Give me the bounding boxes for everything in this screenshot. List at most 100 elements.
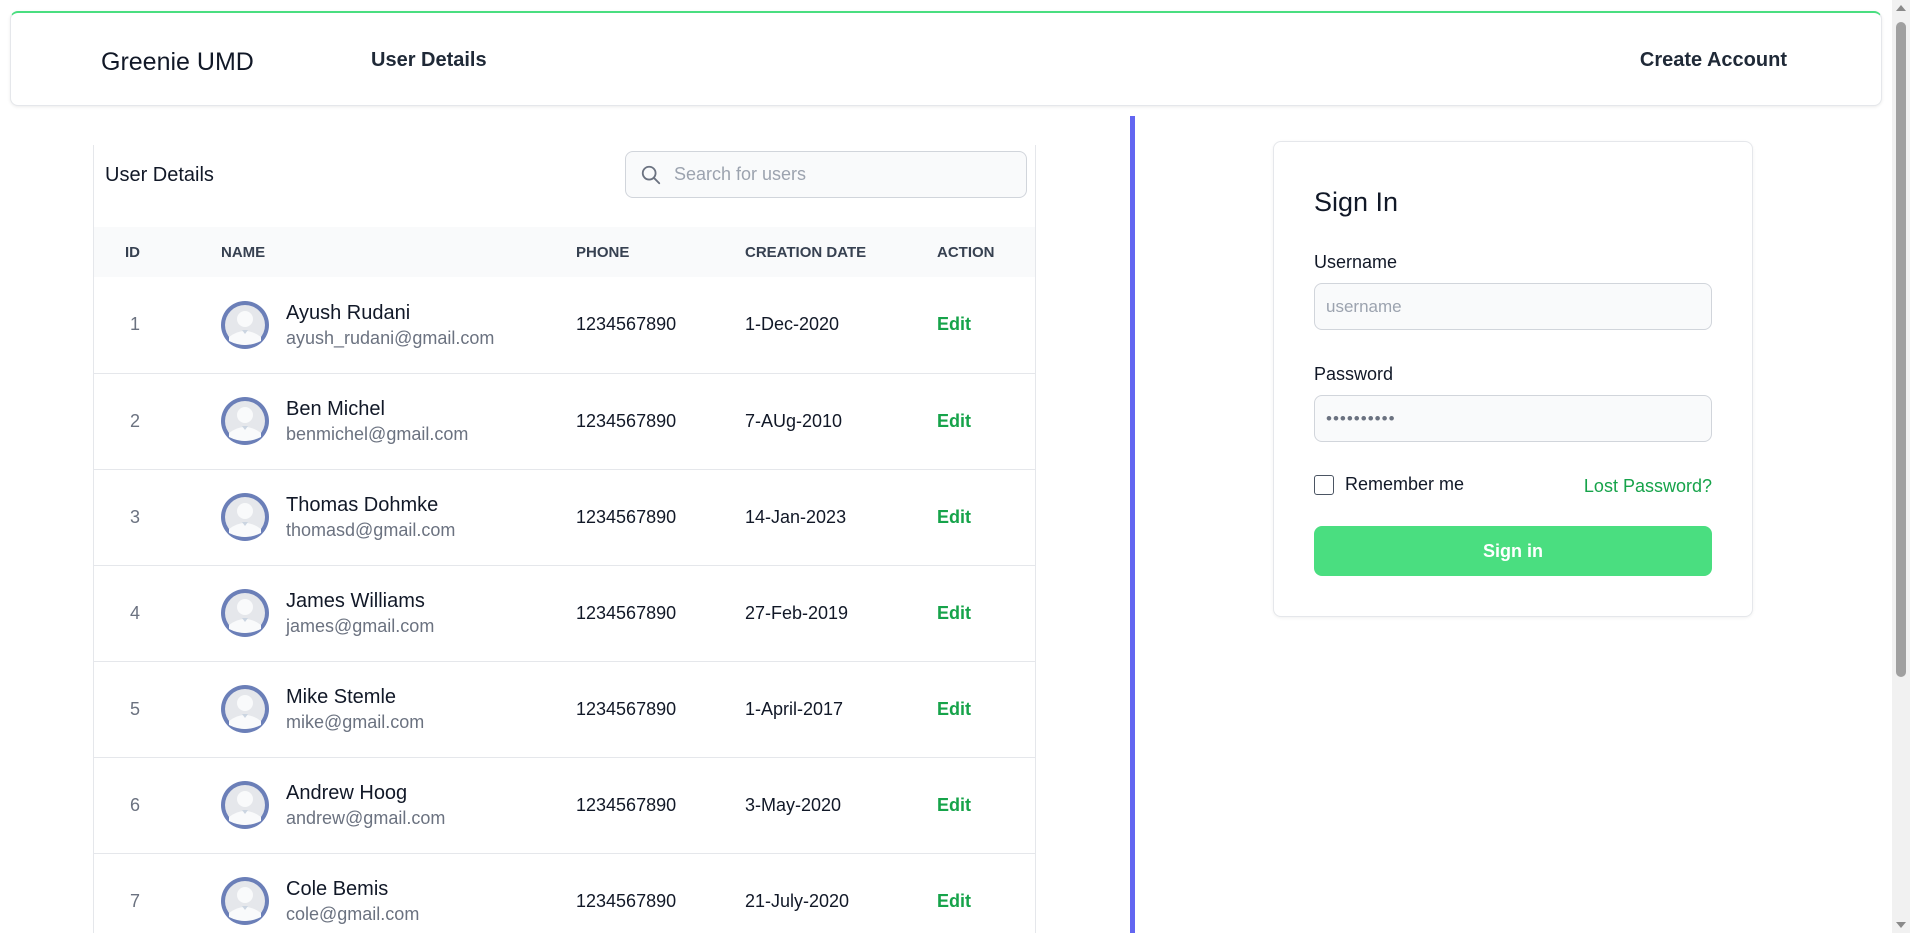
edit-user-link[interactable]: Edit [937, 891, 971, 911]
user-name: Ben Michel [286, 398, 385, 420]
user-phone: 1234567890 [576, 698, 677, 719]
remember-me-row: Remember me [1314, 474, 1464, 495]
edit-user-link[interactable]: Edit [937, 603, 971, 623]
user-name-cell: Andrew Hoog andrew@gmail.com [221, 757, 576, 853]
user-avatar-icon [221, 300, 269, 349]
user-action-cell: Edit [937, 757, 1035, 853]
page-scrollbar[interactable] [1892, 0, 1910, 933]
user-email: mike@gmail.com [286, 712, 425, 732]
brand-name: Greenie UMD [101, 48, 254, 76]
user-name: James Williams [286, 590, 425, 612]
user-email: ayush_rudani@gmail.com [286, 327, 495, 348]
edit-user-link[interactable]: Edit [937, 795, 971, 815]
user-id: 6 [130, 794, 141, 815]
remember-me-label[interactable]: Remember me [1345, 474, 1464, 495]
user-name-cell: James Williams james@gmail.com [221, 565, 576, 661]
nav-link-create-account[interactable]: Create Account [1640, 49, 1787, 72]
sign-in-button[interactable]: Sign in [1314, 526, 1712, 576]
user-phone: 1234567890 [576, 602, 677, 623]
user-email: andrew@gmail.com [286, 808, 446, 828]
top-navbar: Greenie UMD User Details Create Account [10, 11, 1882, 106]
scrollbar-thumb[interactable] [1896, 22, 1906, 677]
user-id: 4 [130, 602, 141, 623]
edit-user-link[interactable]: Edit [937, 411, 971, 431]
user-name-cell: Ben Michel benmichel@gmail.com [221, 373, 576, 469]
user-avatar-icon [221, 397, 269, 445]
table-row: 7 Cole Bemis cole@gmail.com 1234567890 2… [94, 853, 1035, 933]
user-email: james@gmail.com [286, 616, 435, 636]
user-phone: 1234567890 [576, 794, 677, 815]
password-field[interactable] [1314, 395, 1712, 442]
user-creation-date: 21-July-2020 [745, 890, 850, 911]
column-header-phone: PHONE [576, 243, 630, 261]
user-avatar-icon [221, 685, 269, 733]
user-name-cell: Mike Stemle mike@gmail.com [221, 661, 576, 757]
user-action-cell: Edit [937, 469, 1035, 565]
user-creation-date: 1-April-2017 [745, 698, 844, 719]
user-creation-date: 14-Jan-2023 [745, 506, 847, 527]
table-row: 4 James Williams james@gmail.com 1234567… [94, 565, 1035, 661]
scroll-down-arrow-icon[interactable] [1896, 922, 1906, 928]
user-action-cell: Edit [937, 565, 1035, 661]
user-action-cell: Edit [937, 853, 1035, 933]
sign-in-title: Sign In [1314, 187, 1399, 217]
search-box[interactable] [625, 151, 1027, 198]
user-details-panel: User Details ID NAME PHONE CREATION DATE… [93, 145, 1036, 933]
user-email: cole@gmail.com [286, 904, 420, 924]
user-avatar-icon [221, 493, 269, 541]
column-header-creation-date: CREATION DATE [745, 243, 867, 261]
user-name-cell: Cole Bemis cole@gmail.com [221, 853, 576, 933]
user-email: thomasd@gmail.com [286, 520, 456, 540]
table-row: 5 Mike Stemle mike@gmail.com 1234567890 … [94, 661, 1035, 757]
column-header-id: ID [125, 243, 140, 261]
edit-user-link[interactable]: Edit [937, 507, 971, 527]
user-creation-date: 7-AUg-2010 [745, 410, 843, 431]
user-name: Andrew Hoog [286, 782, 408, 804]
user-name-cell: Ayush Rudani ayush_rudani@gmail.com [221, 277, 576, 373]
column-header-action: ACTION [937, 243, 995, 261]
edit-user-link[interactable]: Edit [937, 314, 971, 334]
user-id: 7 [130, 890, 141, 911]
username-label: Username [1314, 252, 1398, 272]
user-action-cell: Edit [937, 661, 1035, 757]
password-label: Password [1314, 364, 1394, 384]
vertical-divider [1130, 116, 1135, 933]
user-name: Ayush Rudani [286, 301, 411, 324]
users-table: ID NAME PHONE CREATION DATE ACTION 1 Ayu [94, 227, 1035, 933]
table-row: 3 Thomas Dohmke thomasd@gmail.com 123456… [94, 469, 1035, 565]
user-avatar-icon [221, 589, 269, 637]
search-input[interactable] [674, 152, 1014, 197]
user-name: Thomas Dohmke [286, 494, 439, 516]
remember-me-checkbox[interactable] [1314, 474, 1334, 495]
user-id: 2 [130, 410, 141, 431]
table-header-row: ID NAME PHONE CREATION DATE ACTION [94, 227, 1035, 277]
user-id: 1 [130, 314, 141, 335]
user-phone: 1234567890 [576, 410, 677, 431]
user-name-cell: Thomas Dohmke thomasd@gmail.com [221, 469, 576, 565]
scroll-up-arrow-icon[interactable] [1896, 5, 1906, 11]
edit-user-link[interactable]: Edit [937, 699, 971, 719]
sign-in-card: Sign In Username Password Remember me Lo… [1273, 141, 1753, 617]
column-header-name: NAME [221, 243, 266, 261]
table-row: 1 Ayush Rudani ayush_rudani@gmail.com 12… [94, 277, 1035, 373]
user-name: Cole Bemis [286, 878, 389, 900]
user-name: Mike Stemle [286, 686, 397, 708]
table-row: 2 Ben Michel benmichel@gmail.com 1234567… [94, 373, 1035, 469]
lost-password-link[interactable]: Lost Password? [1584, 476, 1712, 497]
username-field[interactable] [1314, 283, 1712, 330]
user-creation-date: 3-May-2020 [745, 794, 842, 815]
user-id: 3 [130, 506, 141, 527]
user-email: benmichel@gmail.com [286, 424, 469, 444]
table-row: 6 Andrew Hoog andrew@gmail.com 123456789… [94, 757, 1035, 853]
user-creation-date: 1-Dec-2020 [745, 314, 840, 335]
user-avatar-icon [221, 877, 269, 925]
panel-title: User Details [105, 164, 214, 186]
user-phone: 1234567890 [576, 890, 677, 911]
user-phone: 1234567890 [576, 506, 677, 527]
user-avatar-icon [221, 781, 269, 829]
nav-link-user-details[interactable]: User Details [371, 49, 487, 72]
user-phone: 1234567890 [576, 314, 677, 335]
search-icon [641, 165, 661, 185]
user-action-cell: Edit [937, 277, 1035, 373]
user-id: 5 [130, 698, 141, 719]
